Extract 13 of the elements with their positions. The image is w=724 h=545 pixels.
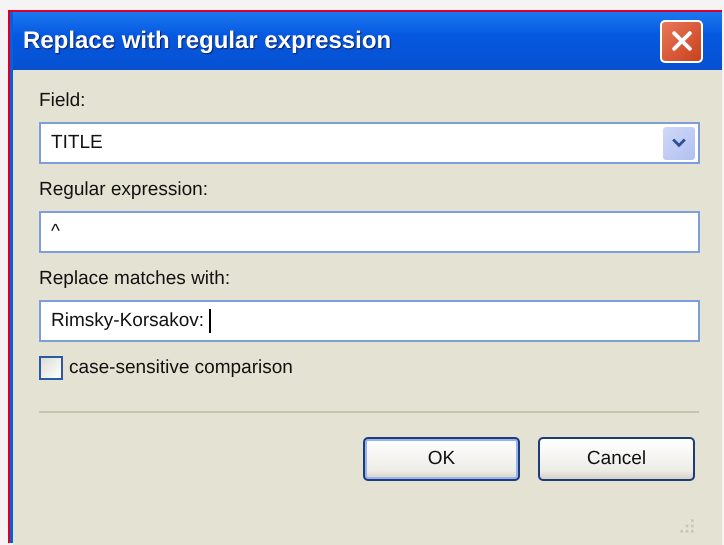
checkbox-label: case-sensitive comparison [69, 357, 293, 379]
window-title: Replace with regular expression [23, 27, 392, 55]
field-label: Regular expression: [39, 179, 209, 202]
field-label: Replace matches with: [39, 268, 232, 291]
input-field[interactable]: Rimsky-Korsakov: [39, 300, 700, 342]
close-button[interactable] [660, 20, 703, 62]
field-label: Field: [39, 90, 86, 113]
input-field[interactable]: ^ [39, 211, 700, 253]
resize-grip-icon[interactable] [679, 518, 695, 534]
cancel-button[interactable]: Cancel [538, 437, 695, 481]
ok-button[interactable]: OK [363, 437, 520, 481]
dropdown-field[interactable]: TITLE [39, 122, 700, 164]
checkbox[interactable] [39, 356, 63, 380]
